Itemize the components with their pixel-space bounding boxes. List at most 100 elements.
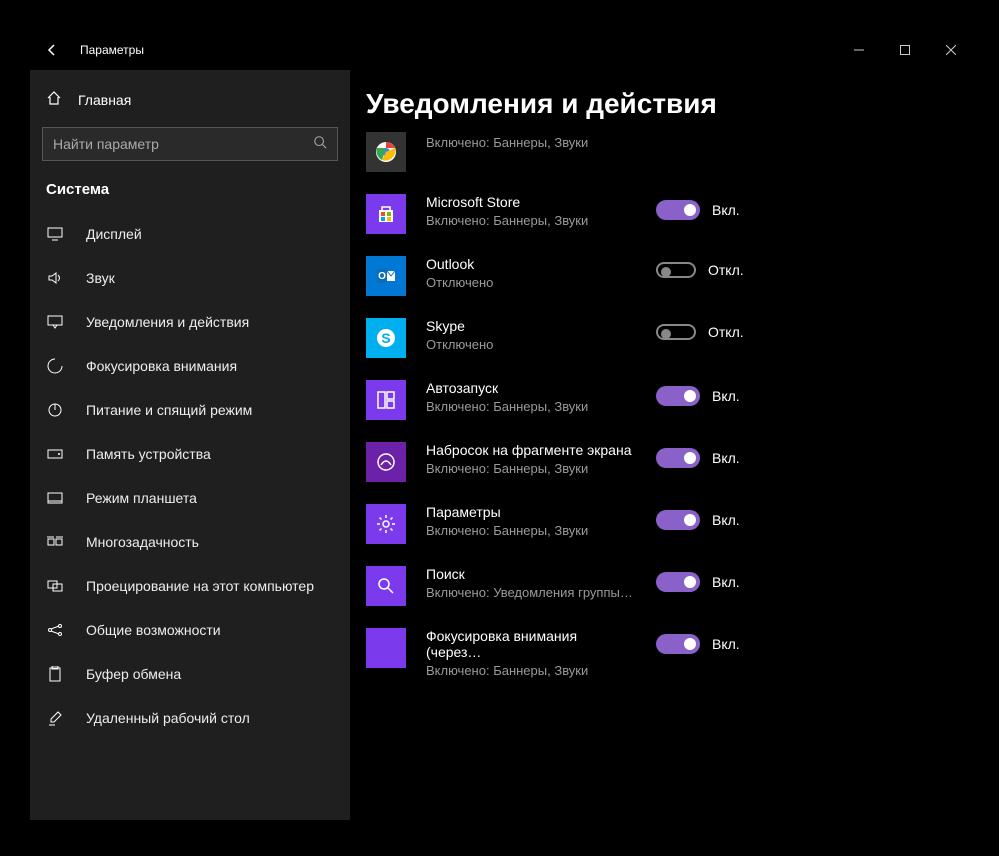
sidebar-item-projecting[interactable]: Проецирование на этот компьютер — [30, 564, 350, 608]
sidebar-item-shared[interactable]: Общие возможности — [30, 608, 350, 652]
nav-label: Память устройства — [86, 446, 211, 462]
nav-label: Режим планшета — [86, 490, 197, 506]
storage-icon — [46, 449, 64, 459]
home-icon — [46, 90, 62, 109]
search-input[interactable] — [53, 136, 313, 152]
toggle-switch[interactable] — [656, 324, 696, 340]
sidebar-item-remote[interactable]: Удаленный рабочий стол — [30, 696, 350, 740]
nav-label: Многозадачность — [86, 534, 199, 550]
sidebar-section-title: Система — [30, 175, 350, 212]
toggle-switch[interactable] — [656, 572, 700, 592]
app-name: Фокусировка внимания (через… — [426, 628, 636, 660]
toggle-switch[interactable] — [656, 634, 700, 654]
app-row[interactable]: Включено: Баннеры, Звуки — [366, 132, 964, 172]
focus-app-icon — [366, 628, 406, 668]
sidebar-item-sound[interactable]: Звук — [30, 256, 350, 300]
app-row[interactable]: S Skype Отключено Откл. — [366, 296, 964, 358]
app-status: Отключено — [426, 337, 636, 352]
sound-icon — [46, 271, 64, 285]
nav-label: Дисплей — [86, 226, 142, 242]
chrome-icon — [366, 132, 406, 172]
app-name: Набросок на фрагменте экрана — [426, 442, 636, 458]
app-row[interactable]: Набросок на фрагменте экрана Включено: Б… — [366, 420, 964, 482]
nav-label: Фокусировка внимания — [86, 358, 237, 374]
toggle-switch[interactable] — [656, 200, 700, 220]
app-row[interactable]: Поиск Включено: Уведомления группы… Вкл. — [366, 544, 964, 606]
settings-gear-icon — [366, 504, 406, 544]
app-row[interactable]: Автозапуск Включено: Баннеры, Звуки Вкл. — [366, 358, 964, 420]
sidebar: Главная Система Дисплей Звук Уведомления… — [30, 70, 350, 820]
sidebar-item-focus-assist[interactable]: Фокусировка внимания — [30, 344, 350, 388]
app-row[interactable]: Фокусировка внимания (через… Включено: Б… — [366, 606, 964, 678]
search-app-icon — [366, 566, 406, 606]
app-name: Microsoft Store — [426, 194, 636, 210]
window-body: Главная Система Дисплей Звук Уведомления… — [30, 70, 974, 820]
app-row[interactable]: Microsoft Store Включено: Баннеры, Звуки… — [366, 172, 964, 234]
svg-text:S: S — [381, 330, 390, 346]
toggle-label: Вкл. — [712, 388, 740, 404]
power-icon — [46, 402, 64, 418]
notification-apps-list: Включено: Баннеры, Звуки Microsoft Store… — [350, 132, 974, 804]
toggle-label: Откл. — [708, 324, 744, 340]
sidebar-item-clipboard[interactable]: Буфер обмена — [30, 652, 350, 696]
app-row[interactable]: Параметры Включено: Баннеры, Звуки Вкл. — [366, 482, 964, 544]
sidebar-item-tablet[interactable]: Режим планшета — [30, 476, 350, 520]
app-name: Поиск — [426, 566, 636, 582]
app-name: Outlook — [426, 256, 636, 272]
sidebar-item-display[interactable]: Дисплей — [30, 212, 350, 256]
nav-label: Проецирование на этот компьютер — [86, 578, 314, 594]
minimize-button[interactable] — [836, 30, 882, 70]
toggle-label: Вкл. — [712, 450, 740, 466]
tablet-icon — [46, 492, 64, 504]
display-icon — [46, 227, 64, 241]
window-title: Параметры — [80, 43, 144, 57]
nav-label: Звук — [86, 270, 115, 286]
app-status: Включено: Баннеры, Звуки — [426, 213, 636, 228]
search-box[interactable] — [42, 127, 338, 161]
toggle-label: Вкл. — [712, 636, 740, 652]
outlook-icon: O — [366, 256, 406, 296]
page-title: Уведомления и действия — [350, 88, 974, 120]
app-row[interactable]: O Outlook Отключено Откл. — [366, 234, 964, 296]
main-content: Уведомления и действия Включено: Баннеры… — [350, 70, 974, 820]
titlebar: Параметры — [30, 30, 974, 70]
app-status: Включено: Баннеры, Звуки — [426, 461, 636, 476]
sidebar-item-storage[interactable]: Память устройства — [30, 432, 350, 476]
toggle-switch[interactable] — [656, 262, 696, 278]
nav-label: Удаленный рабочий стол — [86, 710, 250, 726]
notifications-icon — [46, 315, 64, 329]
nav-label: Питание и спящий режим — [86, 402, 252, 418]
app-status: Отключено — [426, 275, 636, 290]
shared-icon — [46, 623, 64, 637]
toggle-label: Вкл. — [712, 512, 740, 528]
sidebar-home-label: Главная — [78, 92, 131, 108]
close-button[interactable] — [928, 30, 974, 70]
toggle-switch[interactable] — [656, 448, 700, 468]
app-status: Включено: Уведомления группы… — [426, 585, 636, 600]
autoplay-icon — [366, 380, 406, 420]
maximize-button[interactable] — [882, 30, 928, 70]
sidebar-item-notifications[interactable]: Уведомления и действия — [30, 300, 350, 344]
nav-label: Буфер обмена — [86, 666, 181, 682]
multitask-icon — [46, 536, 64, 548]
skype-icon: S — [366, 318, 406, 358]
sidebar-item-power[interactable]: Питание и спящий режим — [30, 388, 350, 432]
nav-label: Уведомления и действия — [86, 314, 249, 330]
toggle-switch[interactable] — [656, 386, 700, 406]
toggle-label: Откл. — [708, 262, 744, 278]
projecting-icon — [46, 580, 64, 592]
remote-icon — [46, 710, 64, 726]
app-name: Автозапуск — [426, 380, 636, 396]
toggle-label: Вкл. — [712, 574, 740, 590]
toggle-label: Вкл. — [712, 202, 740, 218]
focus-icon — [46, 358, 64, 374]
app-status: Включено: Баннеры, Звуки — [426, 523, 636, 538]
back-button[interactable] — [30, 30, 74, 70]
app-status: Включено: Баннеры, Звуки — [426, 663, 636, 678]
app-status: Включено: Баннеры, Звуки — [426, 135, 636, 150]
sidebar-item-multitask[interactable]: Многозадачность — [30, 520, 350, 564]
toggle-switch[interactable] — [656, 510, 700, 530]
store-icon — [366, 194, 406, 234]
search-icon — [313, 135, 327, 154]
sidebar-home[interactable]: Главная — [30, 80, 350, 119]
